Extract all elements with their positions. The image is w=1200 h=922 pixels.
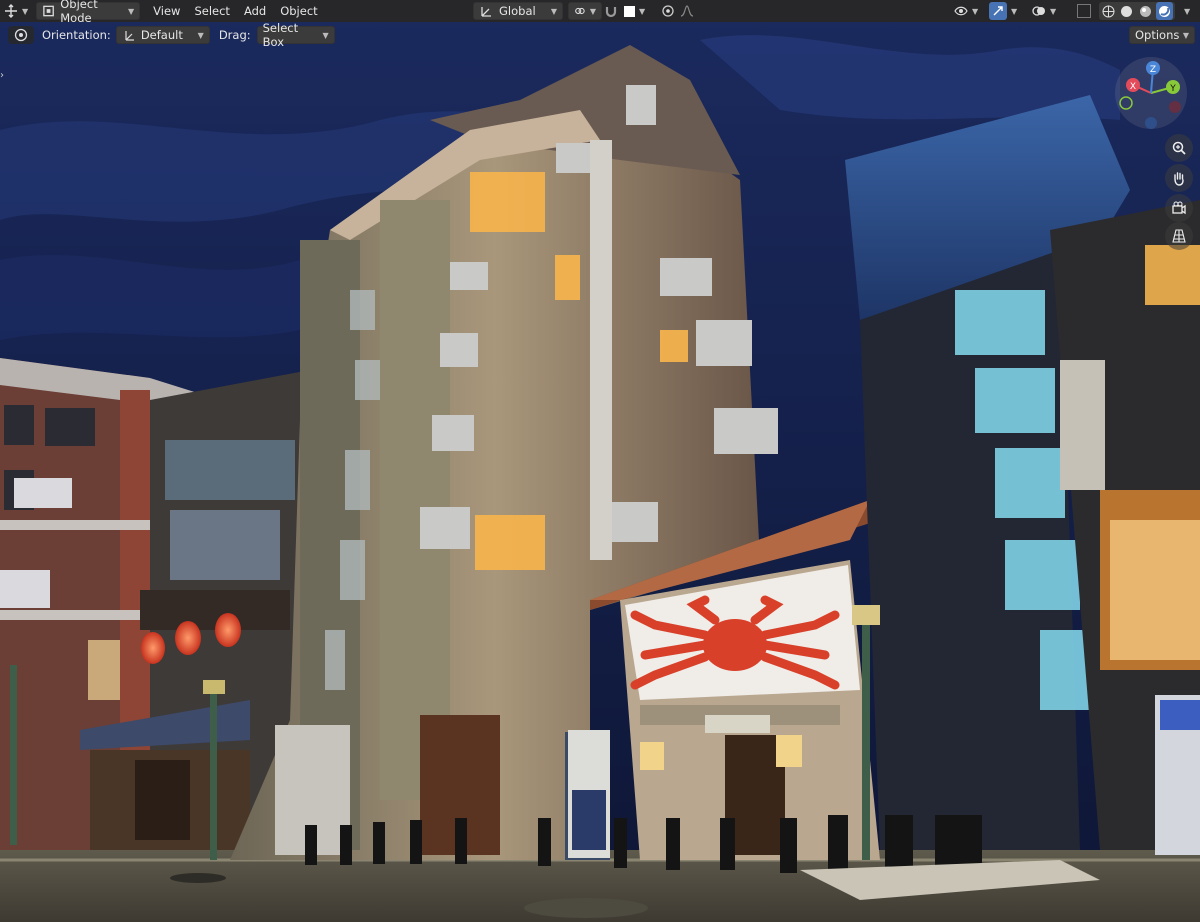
snap-increment-icon: [624, 5, 635, 17]
3d-viewport[interactable]: ▼ Object Mode ▼ View Select Add Object G…: [0, 0, 1200, 922]
gizmo-z-label: Z: [1150, 65, 1156, 75]
snap-target-dropdown[interactable]: ▼: [624, 2, 654, 20]
axis-gizmo-icon: X Y Z: [1115, 57, 1187, 129]
editor-type-button[interactable]: ▼: [4, 2, 28, 20]
solid-sphere-icon: [1121, 5, 1133, 17]
chevron-down-icon: ▼: [639, 6, 646, 16]
overlays-icon: [1032, 6, 1045, 16]
menu-add[interactable]: Add: [237, 2, 273, 20]
rendered-sphere-icon: [1158, 5, 1170, 17]
vending-machine: [568, 730, 610, 858]
transform-gizmo-icon: [5, 4, 17, 18]
pivot-icon: [575, 7, 585, 15]
transform-orientation-label: Global: [499, 4, 536, 18]
transform-orientation-dropdown[interactable]: Global ▼: [473, 2, 563, 20]
orientation-dropdown[interactable]: Default ▼: [115, 26, 210, 44]
camera-view-button[interactable]: [1165, 194, 1193, 222]
drag-value: Select Box: [262, 21, 299, 49]
viewport-scene: [0, 0, 1200, 922]
menu-view[interactable]: View: [146, 2, 187, 20]
material-sphere-icon: [1139, 5, 1151, 17]
gizmo-x-label: X: [1130, 82, 1136, 92]
gizmo-y-label: Y: [1169, 84, 1176, 94]
object-mode-icon: [43, 5, 55, 17]
pan-button[interactable]: [1165, 164, 1193, 192]
perspective-toggle-button[interactable]: [1165, 222, 1193, 250]
chevron-down-icon: ▼: [322, 30, 329, 40]
viewport-header: ▼ Object Mode ▼ View Select Add Object G…: [0, 0, 1200, 25]
solid-shading-button[interactable]: [1119, 3, 1134, 19]
orientation-label: Orientation:: [42, 28, 111, 42]
chevron-down-icon: ▼: [197, 30, 204, 40]
proportional-editing-icon: [662, 5, 674, 17]
wireframe-shading-button[interactable]: [1101, 3, 1116, 19]
orientation-default-icon: [125, 31, 134, 41]
xray-toggle[interactable]: [1077, 2, 1095, 20]
chevron-down-icon: ▼: [1011, 6, 1018, 16]
mode-dropdown[interactable]: Object Mode ▼: [36, 0, 141, 25]
snap-toggle[interactable]: [604, 2, 622, 20]
chevron-down-icon: ▼: [1050, 6, 1057, 16]
options-label: Options: [1135, 28, 1180, 42]
xray-icon: [1077, 4, 1091, 18]
proportional-editing-toggle[interactable]: [658, 2, 678, 20]
options-dropdown[interactable]: Options ▼: [1129, 26, 1195, 44]
grid-perspective-icon: [1172, 229, 1186, 243]
shading-options-dropdown[interactable]: ▼: [1180, 2, 1196, 20]
gizmo-toggle[interactable]: ▼: [989, 2, 1027, 20]
material-shading-button[interactable]: [1138, 3, 1153, 19]
zoom-button[interactable]: [1165, 134, 1193, 162]
gizmo-icon: [989, 2, 1007, 20]
chevron-down-icon: ▼: [128, 6, 135, 16]
menu-select[interactable]: Select: [187, 2, 236, 20]
falloff-dropdown[interactable]: [680, 2, 706, 20]
chevron-down-icon: ▼: [22, 6, 29, 16]
orientation-value: Default: [140, 28, 183, 42]
mode-label: Object Mode: [60, 0, 98, 25]
eye-icon: [954, 6, 968, 16]
drag-label: Drag:: [218, 28, 251, 42]
zoom-magnifier-icon: [1172, 141, 1186, 155]
chevron-down-icon: ▼: [1184, 6, 1191, 16]
chevron-down-icon: ▼: [1182, 30, 1189, 40]
falloff-curve-icon: [680, 5, 694, 17]
chevron-down-icon: ▼: [550, 6, 557, 16]
wireframe-icon: [1102, 5, 1115, 17]
overlays-toggle[interactable]: ▼: [1032, 2, 1068, 20]
camera-icon: [1172, 201, 1186, 215]
pivot-point-dropdown[interactable]: ▼: [568, 2, 602, 20]
chevron-down-icon: ▼: [972, 6, 979, 16]
drag-dropdown[interactable]: Select Box ▼: [256, 21, 335, 49]
rendered-shading-button[interactable]: [1155, 2, 1173, 20]
hand-icon: [1174, 172, 1184, 186]
tool-settings-header: Orientation: Default ▼ Drag: Select Box …: [0, 21, 1200, 49]
shading-mode-group: [1099, 2, 1175, 20]
orientation-global-icon: [481, 7, 491, 17]
toolbar-expand-arrow[interactable]: ›: [0, 70, 8, 86]
magnet-icon: [605, 7, 617, 18]
active-tool-button[interactable]: [8, 26, 34, 44]
chevron-down-icon: ▼: [589, 6, 596, 16]
select-circle-icon: [14, 28, 28, 42]
navigation-gizmo[interactable]: X Y Z: [1113, 55, 1197, 139]
visibility-dropdown[interactable]: ▼: [954, 2, 984, 20]
menu-object[interactable]: Object: [273, 2, 324, 20]
